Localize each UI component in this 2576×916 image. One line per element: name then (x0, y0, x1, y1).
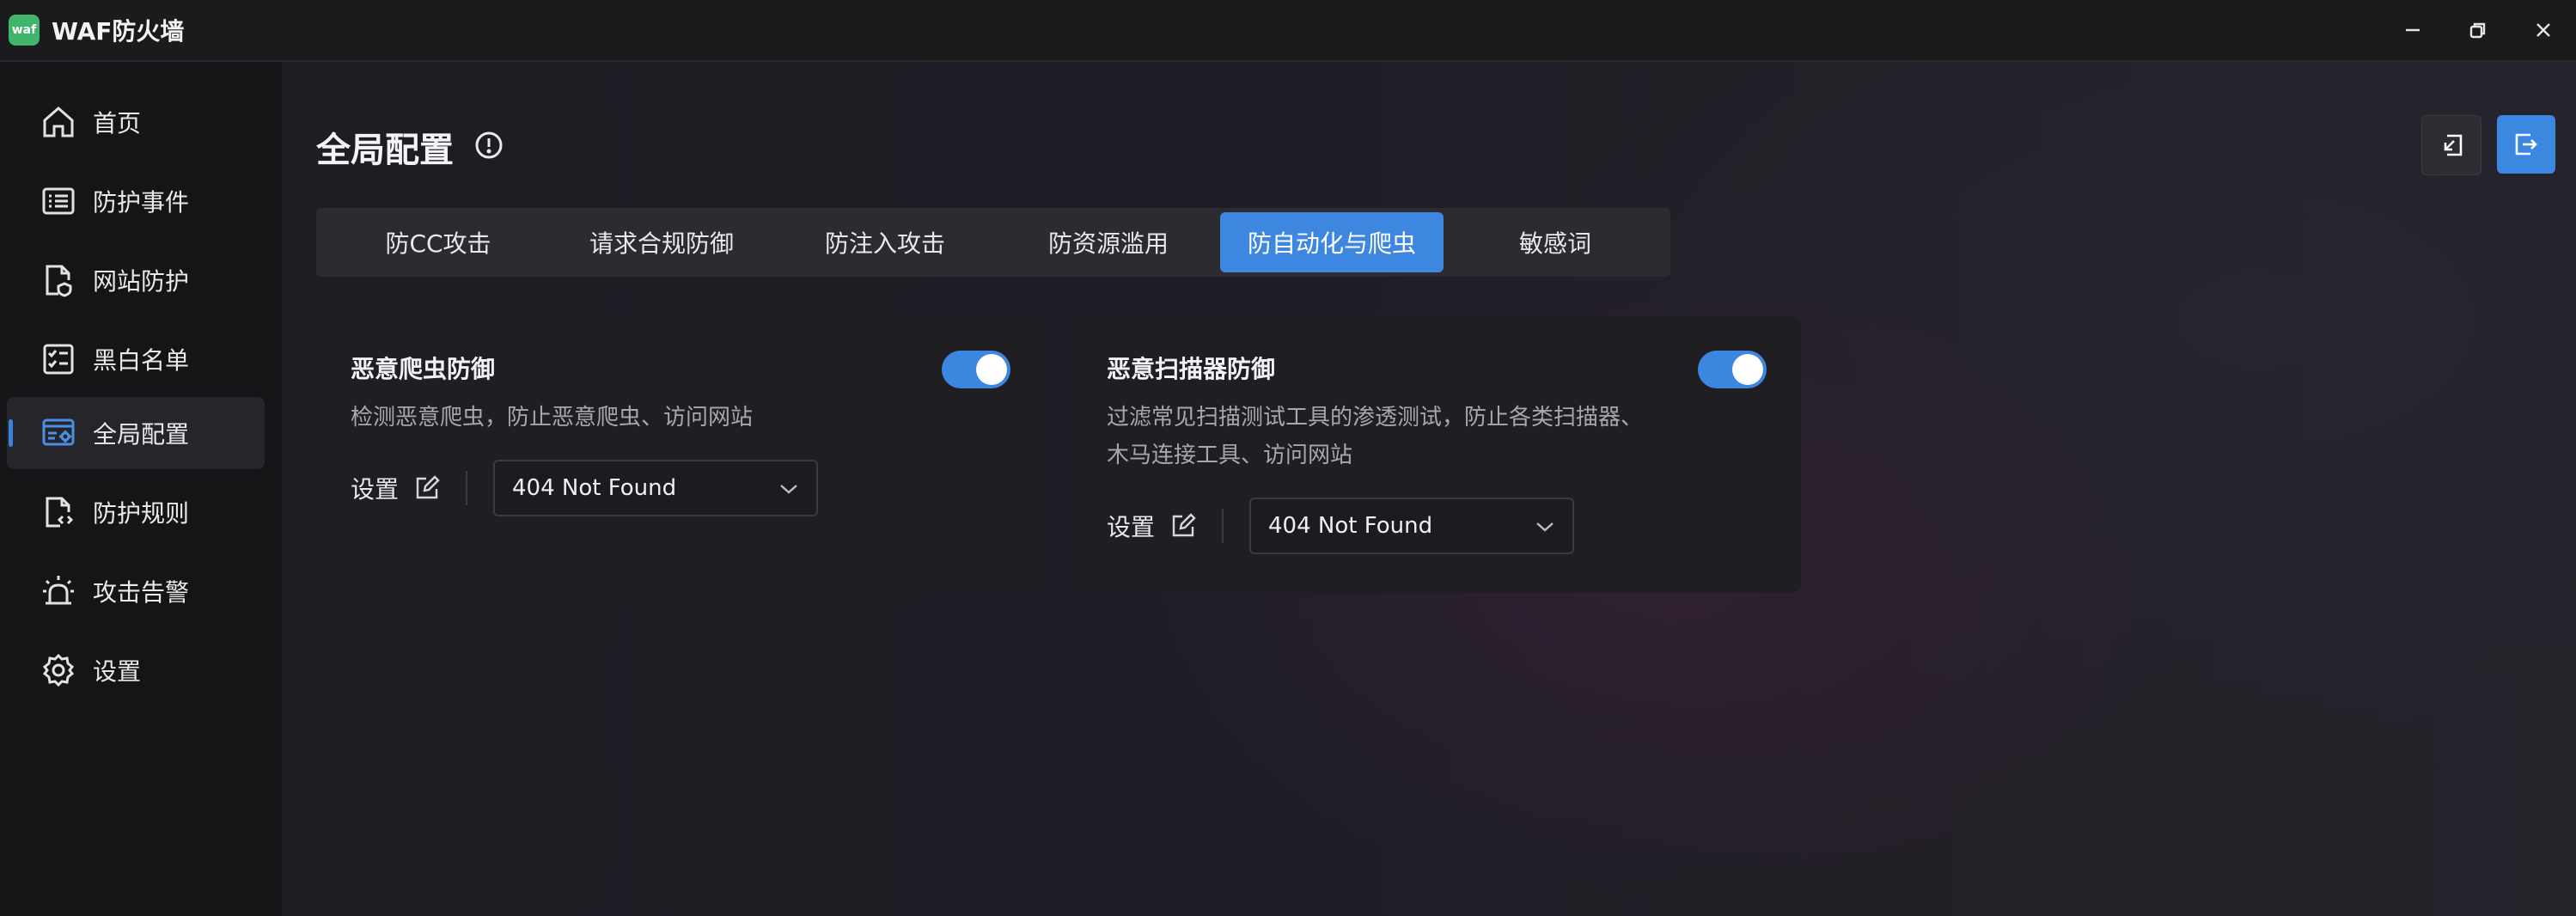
tab-resource-abuse[interactable]: 防资源滥用 (997, 212, 1220, 272)
checklist-icon (40, 340, 77, 378)
close-button[interactable] (2511, 0, 2576, 60)
response-select[interactable]: 404 Not Found (1249, 498, 1575, 554)
main-content: 全局配置 防CC攻击 请求合规防御 防注入攻击 防资源滥用 防自动化与爬虫 敏感… (282, 62, 2576, 916)
sidebar-item-label: 防护规则 (93, 499, 190, 528)
import-button[interactable] (2421, 115, 2481, 175)
select-value: 404 Not Found (512, 475, 677, 501)
alarm-icon (40, 572, 77, 610)
scanner-defense-toggle[interactable] (1698, 351, 1767, 388)
settings-row: 设置 404 Not Found (351, 459, 819, 517)
restore-button[interactable] (2445, 0, 2511, 60)
file-shield-icon (40, 261, 77, 299)
active-indicator (9, 419, 13, 447)
select-value: 404 Not Found (1268, 513, 1433, 539)
settings-row: 设置 404 Not Found (1107, 497, 1575, 555)
list-icon (40, 182, 77, 220)
export-icon (2515, 133, 2537, 156)
scanner-defense-card: 恶意扫描器防御 过滤常见扫描测试工具的渗透测试，防止各类扫描器、木马连接工具、访… (1072, 316, 1801, 593)
minimize-button[interactable] (2380, 0, 2445, 60)
tab-anti-bot[interactable]: 防自动化与爬虫 (1220, 212, 1444, 272)
sidebar-item-alerts[interactable]: 攻击告警 (7, 555, 265, 627)
toggle-knob (976, 354, 1007, 385)
sidebar-item-site-protection[interactable]: 网站防护 (7, 244, 265, 316)
tab-request-compliance[interactable]: 请求合规防御 (550, 212, 773, 272)
export-button[interactable] (2497, 115, 2555, 174)
chevron-down-icon (778, 480, 799, 498)
import-icon (2444, 134, 2463, 156)
tab-sensitive-words[interactable]: 敏感词 (1444, 212, 1667, 272)
window-controls (2380, 0, 2576, 60)
edit-icon[interactable] (414, 475, 440, 501)
app-logo: waf (9, 15, 40, 46)
sidebar-item-label: 设置 (93, 657, 142, 686)
card-title: 恶意扫描器防御 (1107, 355, 1276, 383)
crawler-defense-toggle[interactable] (942, 351, 1010, 388)
sidebar: 首页 防护事件 网站防护 黑白名单 全局配置 防护规则 攻击告警 设置 (0, 62, 282, 916)
crawler-defense-card: 恶意爬虫防御 检测恶意爬虫，防止恶意爬虫、访问网站 设置 404 Not Fou… (316, 316, 1045, 593)
toggle-knob (1732, 354, 1763, 385)
settings-label: 设置 (351, 475, 400, 504)
sidebar-item-label: 网站防护 (93, 267, 190, 296)
card-description: 过滤常见扫描测试工具的渗透测试，防止各类扫描器、木马连接工具、访问网站 (1107, 405, 1644, 468)
sidebar-item-settings[interactable]: 设置 (7, 634, 265, 706)
card-description: 检测恶意爬虫，防止恶意爬虫、访问网站 (351, 405, 754, 431)
tab-bar: 防CC攻击 请求合规防御 防注入攻击 防资源滥用 防自动化与爬虫 敏感词 (316, 208, 1670, 277)
tab-injection[interactable]: 防注入攻击 (773, 212, 997, 272)
sidebar-item-label: 黑白名单 (93, 346, 190, 375)
tab-cc-attack[interactable]: 防CC攻击 (327, 212, 550, 272)
sidebar-item-label: 首页 (93, 109, 142, 137)
close-icon (2536, 23, 2550, 37)
card-title: 恶意爬虫防御 (351, 355, 496, 383)
minimize-icon (2406, 28, 2420, 32)
browser-gear-icon (40, 414, 77, 452)
app-title: WAF防火墙 (52, 17, 185, 46)
settings-label: 设置 (1107, 513, 1156, 541)
sidebar-item-label: 防护事件 (93, 188, 190, 217)
chevron-down-icon (1535, 518, 1555, 535)
file-code-icon (40, 493, 77, 531)
divider (1222, 509, 1224, 543)
divider (466, 471, 468, 505)
home-icon (40, 103, 77, 141)
sidebar-item-events[interactable]: 防护事件 (7, 165, 265, 237)
edit-icon[interactable] (1170, 513, 1196, 539)
info-icon[interactable] (474, 131, 504, 160)
sidebar-item-rules[interactable]: 防护规则 (7, 476, 265, 548)
response-select[interactable]: 404 Not Found (493, 460, 819, 516)
page-title: 全局配置 (316, 131, 454, 170)
restore-icon (2469, 22, 2486, 39)
sidebar-item-home[interactable]: 首页 (7, 86, 265, 158)
gear-icon (40, 651, 77, 689)
sidebar-item-label: 全局配置 (93, 420, 190, 449)
sidebar-item-global-config[interactable]: 全局配置 (7, 397, 265, 469)
title-bar: waf WAF防火墙 (0, 0, 2576, 62)
sidebar-item-label: 攻击告警 (93, 578, 190, 607)
sidebar-item-blackwhite-list[interactable]: 黑白名单 (7, 323, 265, 395)
